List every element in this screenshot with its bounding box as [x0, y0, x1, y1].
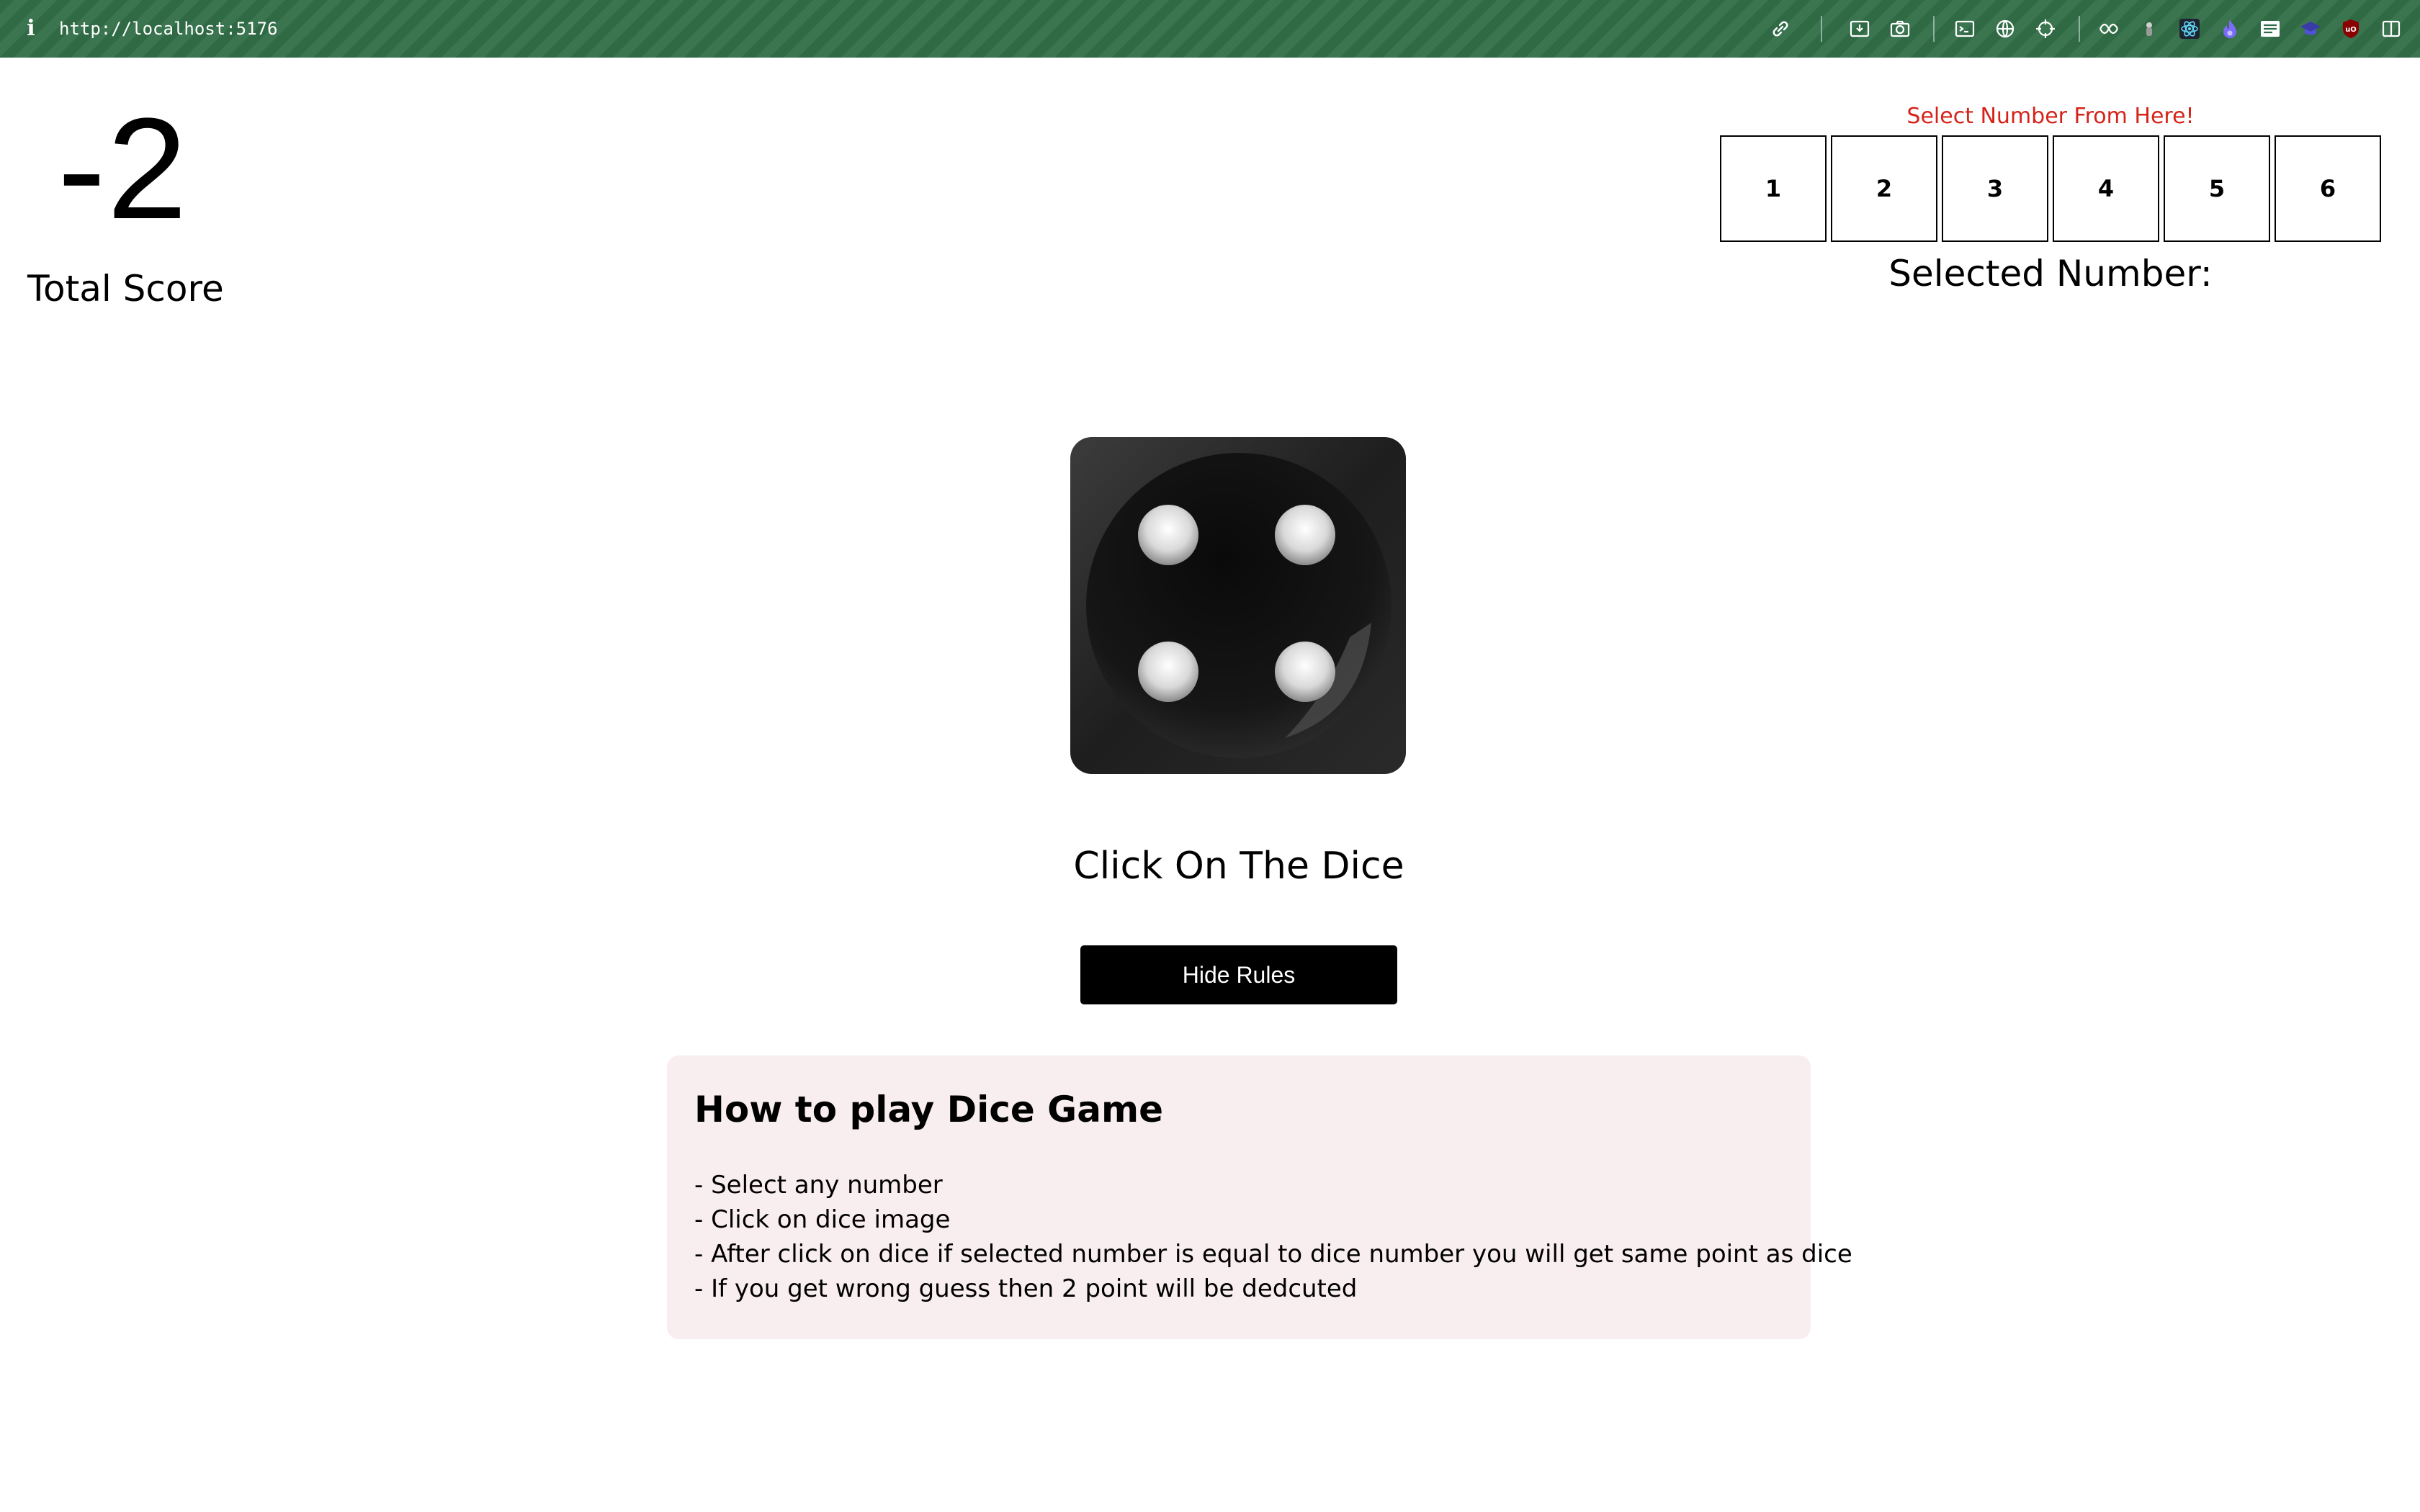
extensions-icon[interactable]: [2096, 16, 2122, 42]
ublock-icon[interactable]: uO: [2338, 16, 2364, 42]
hide-rules-button[interactable]: Hide Rules: [1080, 945, 1397, 1004]
selected-number-label: Selected Number:: [1888, 253, 2213, 294]
globe-icon[interactable]: [1992, 16, 2018, 42]
dice-instruction: Click On The Dice: [1073, 845, 1404, 888]
pin-icon[interactable]: [2136, 16, 2162, 42]
rules-panel: How to play Dice Game - Select any numbe…: [667, 1056, 1852, 1339]
crosshair-icon[interactable]: [2033, 16, 2058, 42]
url-bar[interactable]: http://localhost:5176: [59, 16, 277, 42]
number-box-1[interactable]: 1: [1720, 135, 1827, 242]
select-number-hint: Select Number From Here!: [1906, 104, 2195, 129]
number-box-3[interactable]: 3: [1942, 135, 2048, 242]
terminal-icon[interactable]: [1952, 16, 1978, 42]
rule-line: - Select any number: [694, 1171, 943, 1200]
number-box-4[interactable]: 4: [2053, 135, 2159, 242]
rule-line: - Click on dice image: [694, 1205, 951, 1234]
number-box-2[interactable]: 2: [1831, 135, 1937, 242]
sidebar-icon[interactable]: [2378, 16, 2404, 42]
graduation-icon[interactable]: [2298, 16, 2323, 42]
rule-line: - After click on dice if selected number…: [694, 1240, 1852, 1269]
mail-icon[interactable]: [2257, 16, 2283, 42]
number-selector: 1 2 3 4 5 6: [1720, 135, 2381, 242]
total-score-label: Total Score: [27, 268, 224, 310]
flame-icon[interactable]: [2217, 16, 2243, 42]
browser-toolbar: i http://localhost:5176 uO: [0, 0, 2420, 58]
link-icon[interactable]: [1767, 16, 1793, 42]
svg-text:uO: uO: [2345, 26, 2357, 34]
number-box-5[interactable]: 5: [2164, 135, 2270, 242]
save-icon[interactable]: [1847, 16, 1873, 42]
dice-image[interactable]: [1069, 436, 1407, 775]
number-box-6[interactable]: 6: [2275, 135, 2381, 242]
camera-icon[interactable]: [1887, 16, 1913, 42]
info-icon[interactable]: i: [22, 16, 40, 42]
rule-line: - If you get wrong guess then 2 point wi…: [694, 1274, 1358, 1303]
react-icon[interactable]: [2177, 16, 2202, 42]
rules-title: How to play Dice Game: [694, 1089, 1163, 1130]
total-score-value: -2: [58, 89, 189, 249]
